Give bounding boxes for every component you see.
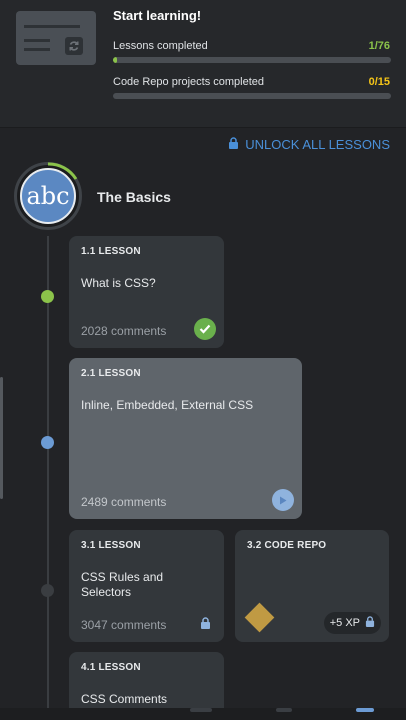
lesson-title: Inline, Embedded, External CSS	[81, 398, 254, 412]
start-learning-title: Start learning!	[113, 8, 202, 23]
unlock-all-lessons-button[interactable]: UNLOCK ALL LESSONS	[228, 137, 390, 152]
module-title: The Basics	[97, 189, 171, 205]
lesson-card-3-1[interactable]: 3.1 LESSON CSS Rules and Selectors 3047 …	[69, 530, 224, 642]
lessons-completed-count: 1/76	[368, 40, 390, 52]
lesson-title: What is CSS?	[81, 276, 156, 290]
module-avatar-text: abc	[20, 168, 76, 224]
nav-icon[interactable]	[276, 708, 292, 712]
lessons-completed-label: Lessons completed	[113, 40, 208, 52]
lesson-card-2-1[interactable]: 2.1 LESSON Inline, Embedded, External CS…	[69, 358, 302, 519]
lesson-kicker: 2.1 LESSON	[81, 368, 141, 379]
comments-count: 2489 comments	[81, 495, 167, 509]
diamond-icon	[244, 602, 275, 633]
timeline-dot-completed	[41, 290, 54, 303]
projects-progress-bar	[113, 93, 391, 99]
projects-completed-count: 0/15	[368, 76, 390, 88]
play-icon[interactable]	[272, 489, 294, 511]
lesson-kicker: 4.1 LESSON	[81, 662, 141, 673]
refresh-icon	[65, 37, 83, 55]
scroll-handle[interactable]	[0, 377, 3, 499]
comments-count: 2028 comments	[81, 324, 167, 338]
thumb-line	[24, 39, 50, 42]
lessons-progress-bar	[113, 57, 391, 63]
lesson-title: CSS Rules and Selectors	[81, 570, 164, 599]
xp-label: +5 XP	[329, 617, 360, 629]
nav-avatar[interactable]	[356, 708, 374, 712]
lock-icon	[365, 616, 375, 630]
timeline-dot-current	[41, 436, 54, 449]
code-repo-kicker: 3.2 CODE REPO	[247, 540, 327, 551]
lock-icon	[228, 137, 239, 152]
course-header: Start learning! Lessons completed 1/76 C…	[0, 0, 406, 128]
xp-badge: +5 XP	[323, 612, 381, 634]
lesson-kicker: 3.1 LESSON	[81, 540, 141, 551]
unlock-label: UNLOCK ALL LESSONS	[245, 137, 390, 152]
nav-icon[interactable]	[190, 708, 212, 712]
timeline-dot-locked	[41, 584, 54, 597]
lesson-title: CSS Comments	[81, 692, 168, 706]
bottom-navigation	[0, 708, 406, 720]
lessons-progress-fill	[113, 57, 117, 63]
thumb-line	[24, 25, 80, 28]
comments-count: 3047 comments	[81, 618, 167, 632]
lesson-kicker: 1.1 LESSON	[81, 246, 141, 257]
course-thumbnail[interactable]	[16, 11, 96, 65]
lesson-card-1-1[interactable]: 1.1 LESSON What is CSS? 2028 comments	[69, 236, 224, 348]
timeline-line	[47, 236, 49, 720]
checkmark-icon	[194, 318, 216, 340]
thumb-line	[24, 48, 50, 51]
lock-icon	[194, 612, 216, 634]
code-repo-card-3-2[interactable]: 3.2 CODE REPO +5 XP	[235, 530, 389, 642]
module-avatar[interactable]: abc	[14, 162, 82, 230]
projects-completed-label: Code Repo projects completed	[113, 76, 265, 88]
